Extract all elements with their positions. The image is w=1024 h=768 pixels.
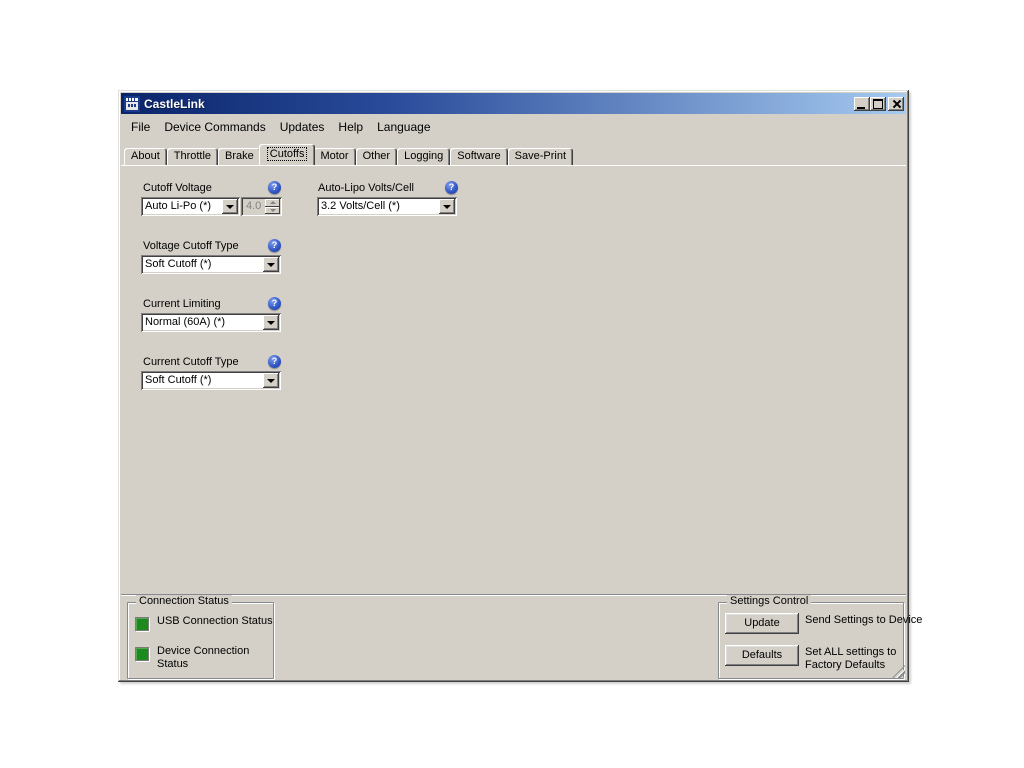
titlebar[interactable]: CastleLink: [121, 93, 906, 114]
menu-device-commands[interactable]: Device Commands: [157, 117, 272, 137]
tab-brake[interactable]: Brake: [218, 148, 261, 165]
tab-throttle[interactable]: Throttle: [166, 148, 219, 165]
tab-logging[interactable]: Logging: [397, 148, 451, 165]
spinner-down-button[interactable]: [265, 206, 280, 214]
voltage-cutoff-type-help-icon[interactable]: ?: [268, 239, 281, 252]
tab-strip: About Throttle Brake Cutoffs Motor Other…: [124, 144, 903, 165]
current-cutoff-type-dropdown-button[interactable]: [263, 373, 279, 388]
current-cutoff-type-combo[interactable]: Soft Cutoff (*): [141, 371, 281, 390]
current-cutoff-type-value: Soft Cutoff (*): [145, 374, 212, 386]
chevron-down-icon: [267, 262, 275, 267]
tab-other[interactable]: Other: [355, 148, 398, 165]
settings-control-group: Settings Control Update Send Settings to…: [718, 595, 922, 679]
current-limiting-dropdown-button[interactable]: [263, 315, 279, 330]
connection-status-title: Connection Status: [136, 595, 232, 607]
tab-save-print[interactable]: Save-Print: [507, 148, 574, 165]
current-limiting-help-icon[interactable]: ?: [268, 297, 281, 310]
auto-lipo-value: 3.2 Volts/Cell (*): [321, 200, 400, 212]
voltage-cutoff-type-dropdown-button[interactable]: [263, 257, 279, 272]
current-limiting-combo[interactable]: Normal (60A) (*): [141, 313, 281, 332]
minimize-icon: [857, 106, 865, 109]
cutoff-voltage-label: Cutoff Voltage: [143, 182, 212, 194]
maximize-button[interactable]: [870, 96, 886, 111]
current-limiting-label: Current Limiting: [143, 298, 221, 310]
menu-updates[interactable]: Updates: [273, 117, 332, 137]
cutoff-voltage-spinner: 4.0: [241, 197, 282, 216]
auto-lipo-combo[interactable]: 3.2 Volts/Cell (*): [317, 197, 457, 216]
chevron-down-icon: [226, 204, 234, 209]
current-cutoff-type-label: Current Cutoff Type: [143, 356, 239, 368]
castlelink-window: CastleLink File Device Commands Updates …: [118, 90, 922, 682]
chevron-down-icon: [267, 378, 275, 383]
connection-status-group: Connection Status USB Connection Status …: [127, 595, 274, 679]
current-limiting-value: Normal (60A) (*): [145, 316, 226, 328]
tab-baseline: [121, 165, 906, 166]
current-cutoff-type-help-icon[interactable]: ?: [268, 355, 281, 368]
spinner-up-button[interactable]: [265, 199, 280, 207]
arrow-up-icon: [269, 201, 276, 205]
menu-help[interactable]: Help: [331, 117, 370, 137]
settings-control-title: Settings Control: [727, 595, 812, 607]
auto-lipo-help-icon[interactable]: ?: [445, 181, 458, 194]
device-connection-led: [135, 647, 149, 661]
defaults-description: Set ALL settings to Factory Defaults: [805, 646, 897, 671]
auto-lipo-label: Auto-Lipo Volts/Cell: [318, 182, 414, 194]
voltage-cutoff-type-label: Voltage Cutoff Type: [143, 240, 239, 252]
update-button[interactable]: Update: [725, 613, 799, 634]
tab-software[interactable]: Software: [450, 148, 508, 165]
chevron-down-icon: [443, 204, 451, 209]
voltage-cutoff-type-value: Soft Cutoff (*): [145, 258, 212, 270]
spinner-buttons: [265, 199, 280, 214]
arrow-down-icon: [269, 208, 276, 212]
usb-connection-label: USB Connection Status: [157, 615, 273, 627]
auto-lipo-dropdown-button[interactable]: [439, 199, 455, 214]
cutoff-voltage-spinner-value: 4.0: [246, 200, 262, 212]
menu-language[interactable]: Language: [370, 117, 437, 137]
menu-bar: File Device Commands Updates Help Langua…: [121, 115, 906, 138]
cutoff-voltage-help-icon[interactable]: ?: [268, 181, 281, 194]
cutoff-voltage-value: Auto Li-Po (*): [145, 200, 212, 212]
close-button[interactable]: [888, 96, 904, 111]
cutoff-voltage-dropdown-button[interactable]: [222, 199, 238, 214]
tab-cutoffs[interactable]: Cutoffs: [258, 144, 316, 165]
menu-file[interactable]: File: [124, 117, 157, 137]
tab-about[interactable]: About: [124, 148, 167, 165]
update-description: Send Settings to Device: [805, 614, 923, 626]
cutoff-voltage-combo[interactable]: Auto Li-Po (*): [141, 197, 240, 216]
minimize-button[interactable]: [854, 96, 870, 111]
usb-connection-led: [135, 617, 149, 631]
tab-motor[interactable]: Motor: [313, 148, 356, 165]
chevron-down-icon: [267, 320, 275, 325]
maximize-icon: [873, 98, 883, 109]
close-icon: [892, 99, 901, 108]
voltage-cutoff-type-combo[interactable]: Soft Cutoff (*): [141, 255, 281, 274]
device-connection-label: Device Connection Status: [157, 645, 250, 670]
tab-cutoffs-label: Cutoffs: [266, 147, 308, 161]
castlelink-app-icon: [124, 95, 140, 112]
window-title: CastleLink: [144, 96, 205, 111]
defaults-button[interactable]: Defaults: [725, 645, 799, 666]
